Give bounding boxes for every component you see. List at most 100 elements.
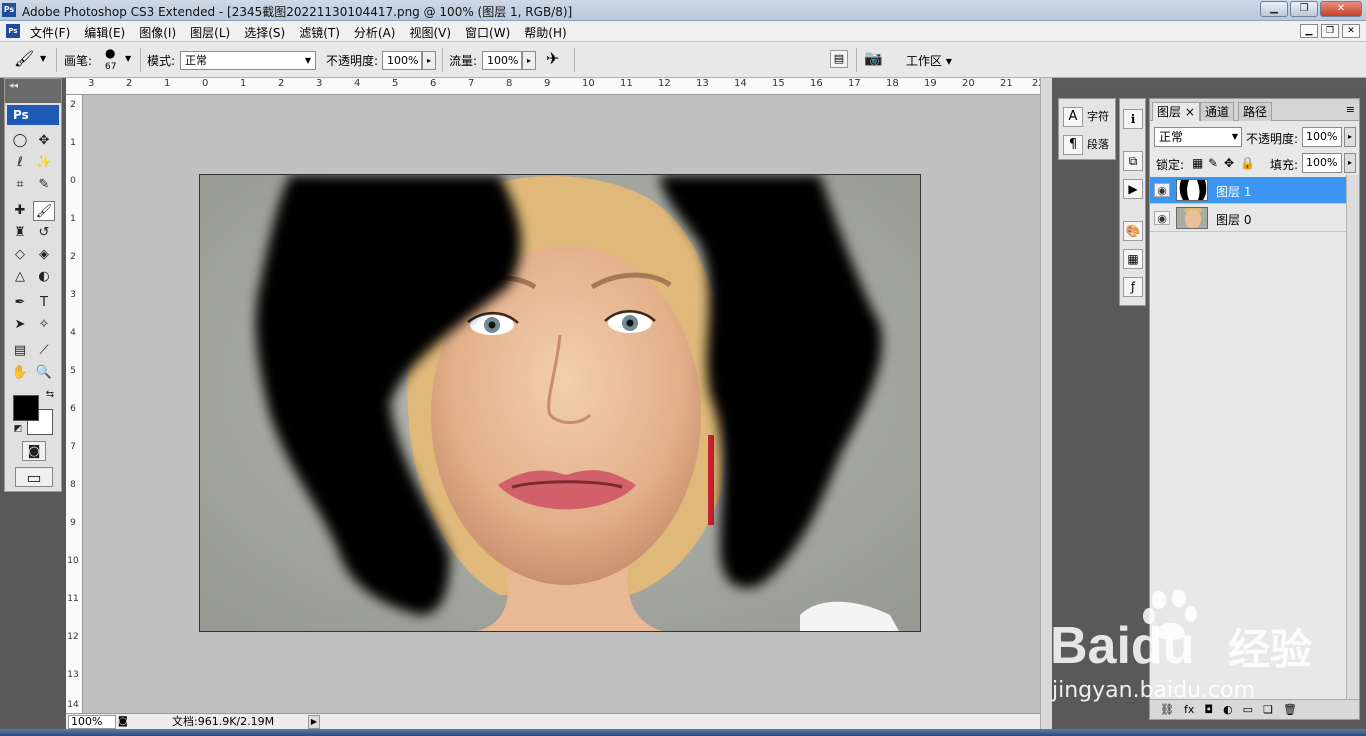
menu-filter[interactable]: 滤镜(T): [299, 24, 340, 41]
hand-tool-icon[interactable]: ✋: [9, 363, 31, 383]
eye-icon[interactable]: ◉: [1154, 211, 1170, 225]
lasso-tool-icon[interactable]: ℓ: [9, 153, 31, 173]
eraser-tool-icon[interactable]: ◇: [9, 245, 31, 265]
swatches-icon[interactable]: ▦: [1123, 249, 1143, 269]
eyedropper-tool-icon[interactable]: ⟋: [33, 341, 55, 361]
opacity-slider-button[interactable]: ▸: [422, 51, 436, 70]
ruler-label: 8: [506, 78, 513, 89]
dodge-tool-icon[interactable]: ◐: [33, 267, 55, 287]
minimize-button[interactable]: ▁: [1260, 1, 1288, 17]
slice-tool-icon[interactable]: ✎: [33, 175, 55, 195]
layer-1-thumbnail: [1176, 179, 1208, 201]
layer-row-1[interactable]: ◉ 图层 1: [1150, 177, 1346, 204]
history-brush-tool-icon[interactable]: ↺: [33, 223, 55, 243]
lock-pixels-icon[interactable]: ✎: [1208, 156, 1218, 170]
menu-analysis[interactable]: 分析(A): [354, 24, 396, 41]
fill-slider-button[interactable]: ▸: [1344, 153, 1356, 173]
clone-stamp-tool-icon[interactable]: ♜: [9, 223, 31, 243]
styles-icon[interactable]: ƒ: [1123, 277, 1143, 297]
paint-bucket-tool-icon[interactable]: ◈: [33, 245, 55, 265]
foreground-color-swatch[interactable]: [13, 395, 39, 421]
crop-tool-icon[interactable]: ⌗: [9, 175, 31, 195]
brush-preset-icon[interactable]: 🖌: [14, 49, 34, 68]
ruler-label: 5: [392, 78, 399, 89]
path-selection-tool-icon[interactable]: ➤: [9, 315, 31, 335]
close-button[interactable]: ✕: [1320, 1, 1362, 17]
custom-shape-tool-icon[interactable]: ✧: [33, 315, 55, 335]
blend-mode-select[interactable]: 正常 ▼: [1154, 127, 1242, 147]
quick-mask-icon[interactable]: ◙: [22, 441, 46, 461]
brush-tool-icon[interactable]: 🖌: [33, 201, 55, 221]
zoom-tool-icon[interactable]: 🔍: [33, 363, 55, 383]
tab-channels[interactable]: 通道: [1200, 102, 1235, 121]
options-bar: 🖌 ▼ 画笔: ● 67 ▼ 模式: 正常 ▼ 不透明度: 100% ▸ 流量:…: [0, 42, 1366, 78]
layer-name[interactable]: 图层 1: [1216, 183, 1251, 200]
layer-name[interactable]: 图层 0: [1216, 211, 1251, 228]
mode-select[interactable]: 正常 ▼: [180, 51, 316, 70]
layer-lock-row: 锁定: ▦ ✎ ✥ 🔒 填充: 100% ▸: [1150, 151, 1361, 177]
tab-layers[interactable]: 图层 ×: [1152, 102, 1200, 121]
status-info-icon[interactable]: ◙: [118, 716, 128, 727]
menu-view[interactable]: 视图(V): [409, 24, 451, 41]
menu-edit[interactable]: 编辑(E): [84, 24, 125, 41]
marquee-tool-icon[interactable]: ◯: [9, 131, 31, 151]
app-menu-icon[interactable]: Ps: [6, 24, 20, 38]
panel-dock-header[interactable]: [1052, 78, 1366, 92]
default-colors-icon[interactable]: ◩: [7, 419, 29, 439]
doc-minimize-button[interactable]: ▁: [1300, 24, 1318, 38]
layer-row-0[interactable]: ◉ 图层 0: [1150, 205, 1346, 232]
doc-close-button[interactable]: ✕: [1342, 24, 1360, 38]
lock-position-icon[interactable]: ✥: [1224, 156, 1234, 170]
menu-window[interactable]: 窗口(W): [465, 24, 510, 41]
zoom-level-input[interactable]: 100%: [68, 715, 116, 729]
watermark-brand: Baidu: [1050, 617, 1195, 675]
brush-dropdown-icon[interactable]: ▼: [125, 54, 131, 63]
fill-input[interactable]: 100%: [1302, 153, 1342, 173]
paragraph-panel-button[interactable]: ¶ 段落: [1063, 133, 1113, 157]
menu-select[interactable]: 选择(S): [244, 24, 285, 41]
eye-icon[interactable]: ◉: [1154, 183, 1170, 197]
lock-all-icon[interactable]: 🔒: [1240, 156, 1255, 170]
brush-tip-icon[interactable]: ●: [105, 46, 115, 60]
layer-opacity-input[interactable]: 100%: [1302, 127, 1342, 147]
maximize-button[interactable]: ❐: [1290, 1, 1318, 17]
blur-tool-icon[interactable]: △: [9, 267, 31, 287]
swap-colors-icon[interactable]: ⇆: [39, 385, 61, 405]
magic-wand-tool-icon[interactable]: ✨: [33, 153, 55, 173]
healing-brush-tool-icon[interactable]: ✚: [9, 201, 31, 221]
character-panel-button[interactable]: A 字符: [1063, 105, 1113, 129]
color-palette-icon[interactable]: 🎨: [1123, 221, 1143, 241]
actions-icon[interactable]: ▶: [1123, 179, 1143, 199]
document-image[interactable]: [199, 174, 921, 632]
tab-paths[interactable]: 路径: [1238, 102, 1273, 121]
menu-image[interactable]: 图像(I): [139, 24, 176, 41]
pen-tool-icon[interactable]: ✒: [9, 293, 31, 313]
lock-transparent-icon[interactable]: ▦: [1192, 156, 1203, 170]
type-tool-icon[interactable]: T: [33, 293, 55, 313]
history-icon[interactable]: ⧉: [1123, 151, 1143, 171]
ruler-label: 8: [70, 480, 76, 490]
flow-input[interactable]: 100%: [482, 51, 522, 70]
info-icon[interactable]: ℹ: [1123, 109, 1143, 129]
move-tool-icon[interactable]: ✥: [33, 131, 55, 151]
menu-layer[interactable]: 图层(L): [190, 24, 230, 41]
opacity-input[interactable]: 100%: [382, 51, 422, 70]
menu-file[interactable]: 文件(F): [30, 24, 70, 41]
menu-help[interactable]: 帮助(H): [524, 24, 566, 41]
canvas-area[interactable]: [83, 95, 1040, 713]
toolbox-header[interactable]: ◂◂: [5, 79, 61, 103]
status-menu-arrow-icon[interactable]: ▶: [308, 715, 320, 729]
character-paragraph-panel: A 字符 ¶ 段落: [1058, 98, 1116, 160]
bridge-icon[interactable]: 📷: [864, 49, 883, 67]
workspace-button[interactable]: 工作区 ▾: [906, 52, 952, 69]
layer-opacity-slider-button[interactable]: ▸: [1344, 127, 1356, 147]
screen-mode-icon[interactable]: ▭: [15, 467, 53, 487]
flow-slider-button[interactable]: ▸: [522, 51, 536, 70]
panel-menu-icon[interactable]: ≡: [1346, 103, 1355, 116]
notes-tool-icon[interactable]: ▤: [9, 341, 31, 361]
airbrush-icon[interactable]: ✈: [546, 49, 559, 68]
toolbox: ◂◂ Ps ◯ ✥ ℓ ✨ ⌗ ✎ ✚ 🖌 ♜ ↺ ◇ ◈ △ ◐ ✒ T ➤ …: [4, 78, 62, 492]
palette-well-icon[interactable]: ▤: [830, 50, 848, 68]
doc-restore-button[interactable]: ❐: [1321, 24, 1339, 38]
brush-preset-dropdown-icon[interactable]: ▼: [40, 54, 46, 63]
